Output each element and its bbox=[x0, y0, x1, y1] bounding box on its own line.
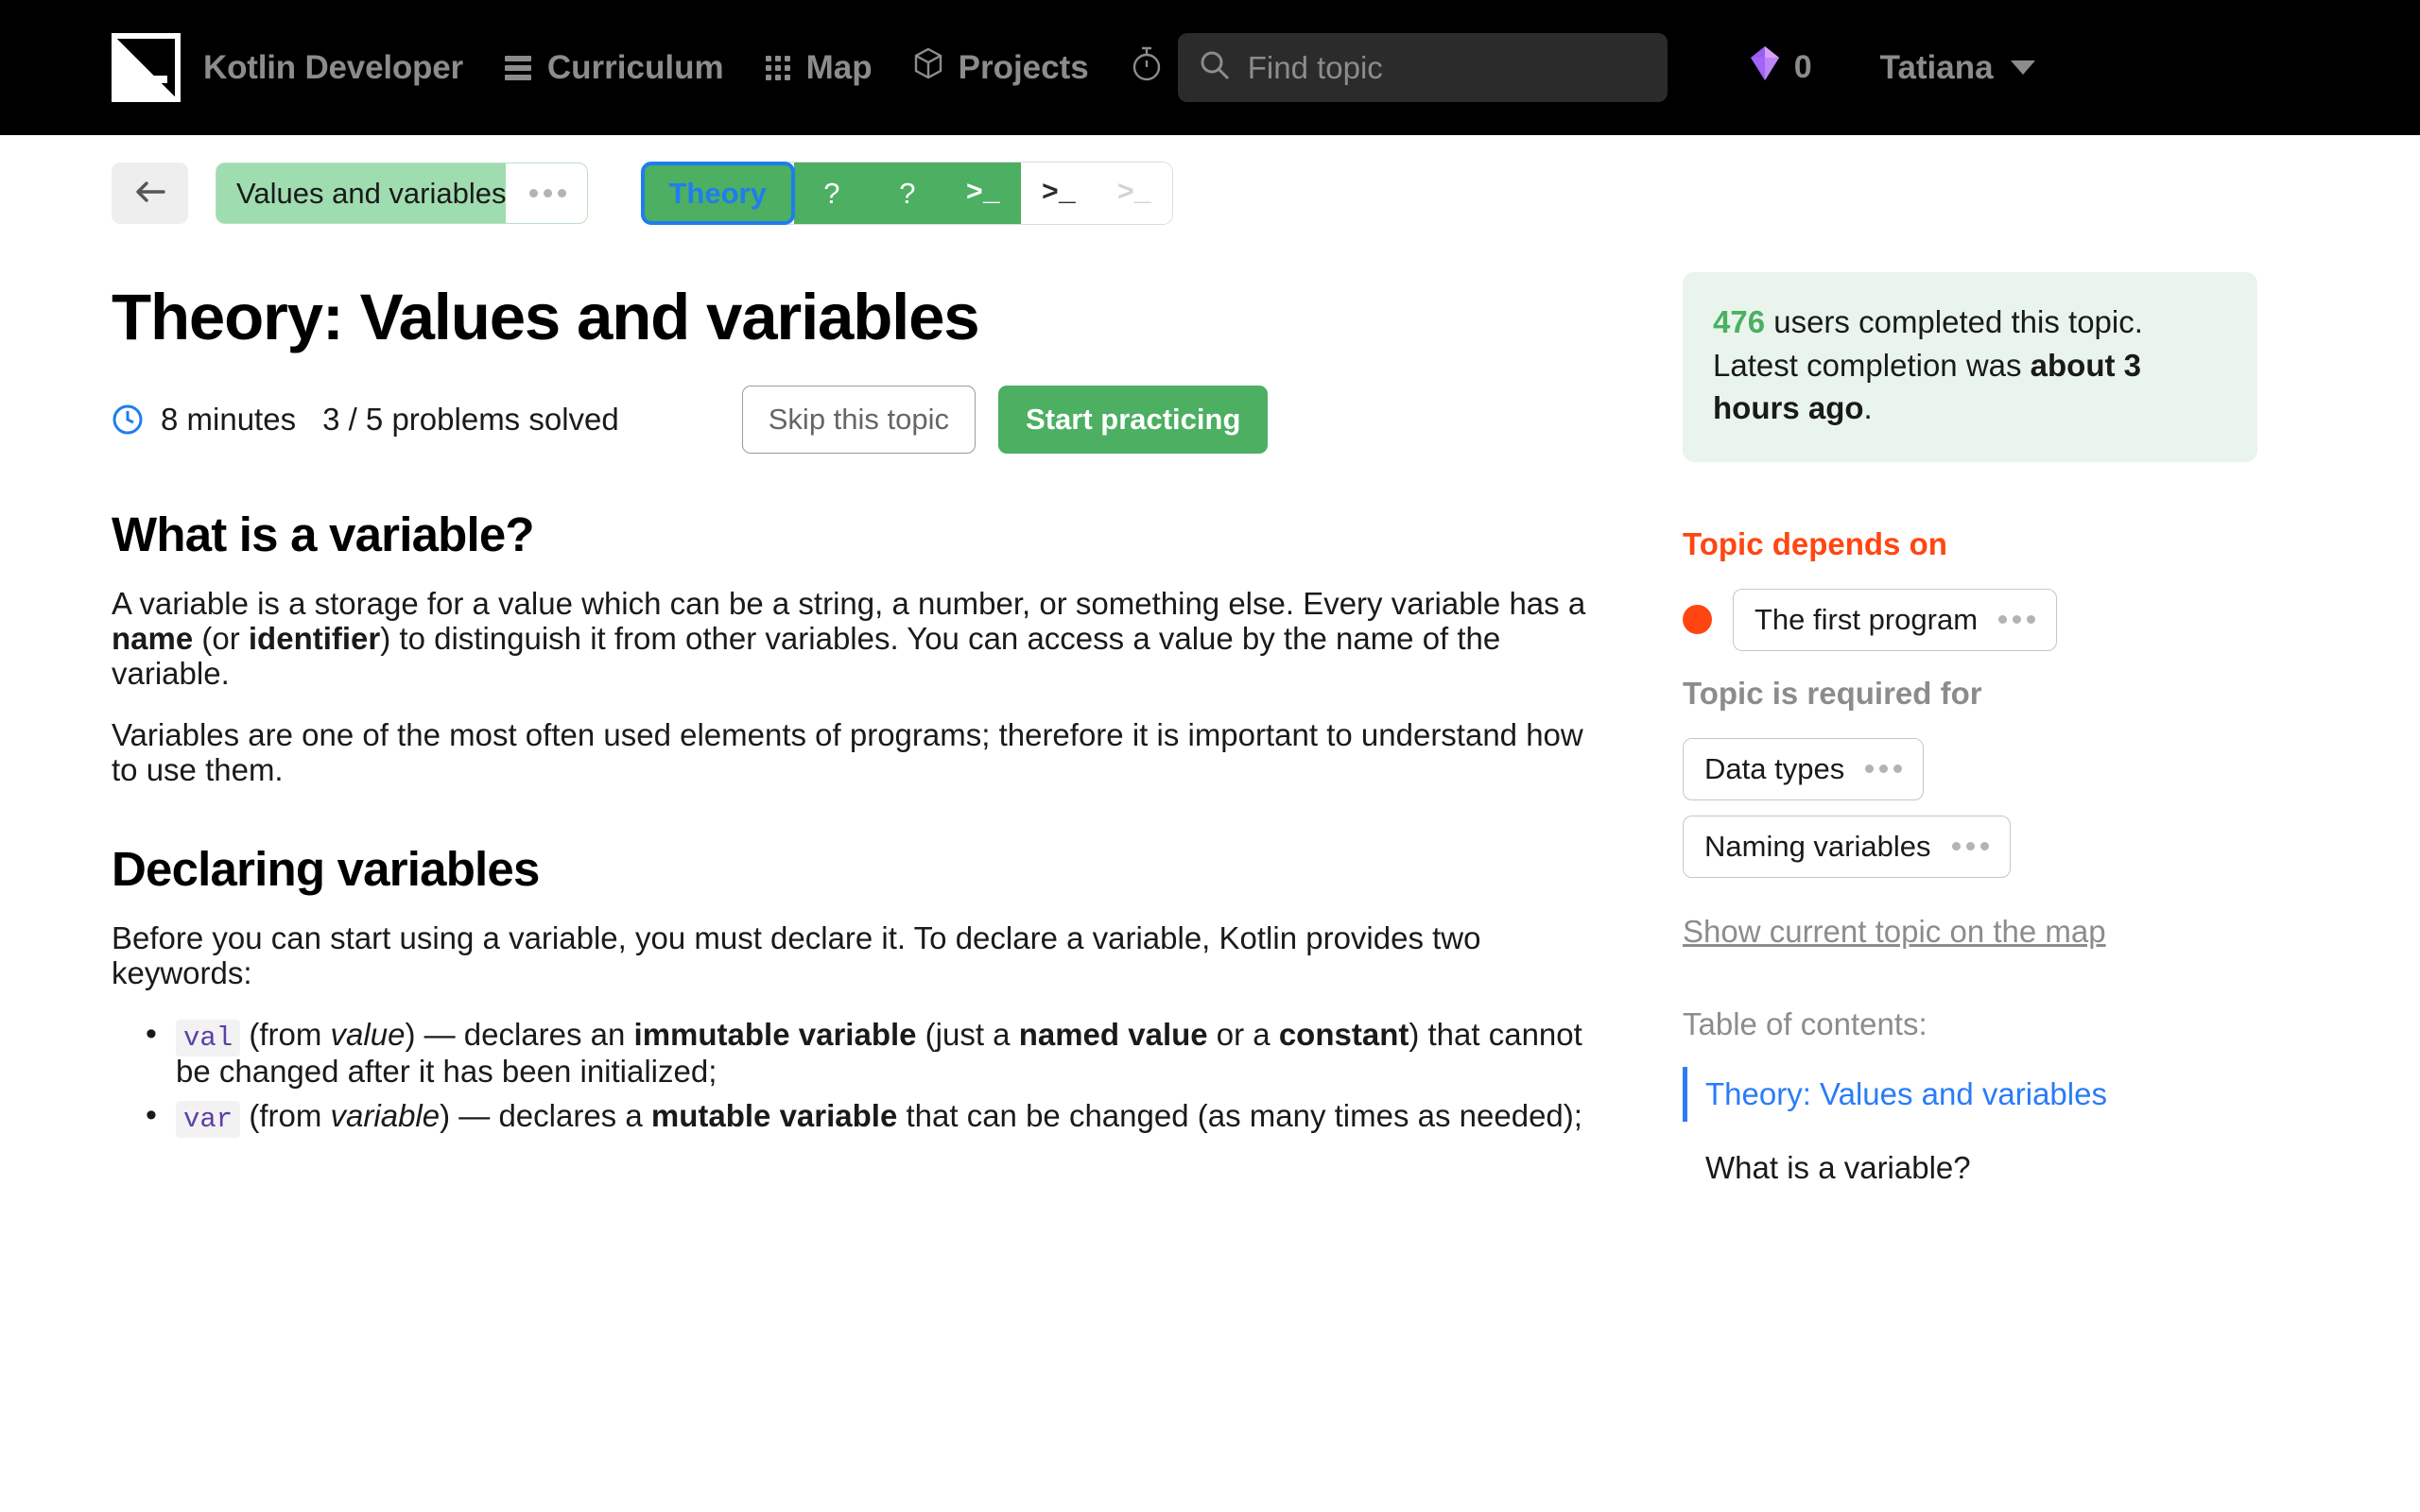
ellipsis-icon[interactable] bbox=[528, 189, 566, 198]
brand-track-name: Kotlin Developer bbox=[203, 48, 463, 86]
nav-item-map-label: Map bbox=[805, 48, 873, 86]
ellipsis-icon[interactable] bbox=[1998, 615, 2036, 625]
completion-text-after: . bbox=[1863, 390, 1873, 426]
arrow-left-icon bbox=[134, 179, 166, 208]
ellipsis-icon[interactable] bbox=[1865, 765, 1903, 774]
step-5-code[interactable]: >_ bbox=[1020, 163, 1097, 224]
section-heading-declaring-variables: Declaring variables bbox=[112, 842, 540, 897]
step-4-code[interactable]: >_ bbox=[944, 163, 1021, 224]
table-of-contents-title: Table of contents: bbox=[1683, 1005, 1927, 1041]
page-body: Theory: Values and variables 8 minutes 3… bbox=[0, 225, 2420, 1195]
toc-item-what-is-a-variable[interactable]: What is a variable? bbox=[1683, 1141, 2257, 1195]
completion-stat-card: 476 users completed this topic. Latest c… bbox=[1683, 272, 2257, 462]
nav-item-map[interactable]: Map bbox=[765, 48, 873, 87]
question-icon: ? bbox=[899, 176, 916, 210]
search-box[interactable] bbox=[1177, 33, 1668, 102]
nav-item-curriculum-label: Curriculum bbox=[546, 48, 724, 86]
current-topic-chip[interactable]: Values and variables bbox=[216, 163, 588, 224]
study-timer-button[interactable] bbox=[1131, 44, 1163, 91]
step-2-question[interactable]: ? bbox=[793, 163, 870, 224]
terminal-icon: >_ bbox=[1116, 177, 1151, 210]
code-keyword-val: val bbox=[176, 1020, 241, 1057]
nav-item-projects[interactable]: Projects bbox=[914, 47, 1089, 88]
nav-item-projects-label: Projects bbox=[958, 48, 1089, 86]
question-icon: ? bbox=[823, 176, 840, 210]
grid-dots-icon bbox=[765, 55, 790, 80]
main-content: Theory: Values and variables 8 minutes 3… bbox=[112, 225, 1643, 1144]
step-theory[interactable]: Theory bbox=[640, 162, 795, 225]
dependency-topic-the-first-program[interactable]: The first program bbox=[1733, 588, 2058, 651]
topic-actions: Skip this topic Start practicing bbox=[741, 386, 1269, 455]
required-topic-label: Data types bbox=[1704, 751, 1845, 785]
terminal-icon: >_ bbox=[965, 177, 1000, 210]
user-name: Tatiana bbox=[1879, 48, 1994, 86]
required-topic-naming-variables[interactable]: Naming variables bbox=[1683, 815, 2011, 878]
step-theory-label: Theory bbox=[668, 176, 767, 210]
clock-icon bbox=[112, 404, 144, 436]
top-navigation-bar: Kotlin Developer Curriculum Map Projects bbox=[0, 0, 2420, 135]
sidebar: 476 users completed this topic. Latest c… bbox=[1643, 225, 2257, 1195]
topic-steps: Theory ? ? >_ >_ >_ bbox=[640, 162, 1173, 225]
nav-item-curriculum[interactable]: Curriculum bbox=[504, 48, 724, 87]
gems-count: 0 bbox=[1793, 49, 1812, 85]
cube-icon bbox=[914, 47, 942, 88]
paragraph-declaring-intro: Before you can start using a variable, y… bbox=[112, 920, 1481, 991]
required-topic-label: Naming variables bbox=[1704, 829, 1931, 863]
start-practicing-button[interactable]: Start practicing bbox=[998, 386, 1269, 455]
dependency-row: The first program bbox=[1683, 588, 2257, 651]
required-topic-data-types[interactable]: Data types bbox=[1683, 737, 1925, 800]
toc-item-theory[interactable]: Theory: Values and variables bbox=[1683, 1066, 2257, 1122]
gem-icon bbox=[1749, 44, 1781, 91]
reading-time: 8 minutes bbox=[161, 402, 297, 438]
terminal-icon: >_ bbox=[1041, 177, 1076, 210]
step-6-code[interactable]: >_ bbox=[1096, 163, 1172, 224]
ellipsis-icon[interactable] bbox=[1951, 842, 1989, 851]
step-3-question[interactable]: ? bbox=[869, 163, 945, 224]
current-topic-label: Values and variables bbox=[236, 176, 507, 210]
breadcrumb: Values and variables Theory ? ? >_ >_ >_ bbox=[0, 135, 2420, 225]
dependency-topic-label: The first program bbox=[1754, 602, 1979, 636]
topic-depends-on-heading: Topic depends on bbox=[1683, 525, 1947, 561]
paragraph-variable-importance: Variables are one of the most often used… bbox=[112, 717, 1583, 788]
skip-topic-button[interactable]: Skip this topic bbox=[741, 386, 977, 455]
back-button[interactable] bbox=[112, 163, 188, 224]
caret-down-icon bbox=[2010, 60, 2035, 75]
code-keyword-var: var bbox=[176, 1100, 241, 1138]
search-icon bbox=[1199, 49, 1231, 86]
burger-menu-icon bbox=[504, 55, 531, 80]
paragraph-variable-definition: A variable is a storage for a value whic… bbox=[112, 586, 1586, 692]
stopwatch-icon bbox=[1131, 44, 1163, 91]
section-heading-what-is-a-variable: What is a variable? bbox=[112, 507, 535, 562]
locked-status-dot-icon bbox=[1683, 605, 1712, 635]
search-input[interactable] bbox=[1247, 49, 1647, 86]
brand-home-link[interactable]: Kotlin Developer bbox=[112, 33, 463, 102]
page-title: Theory: Values and variables bbox=[112, 281, 980, 353]
problems-solved: 3 / 5 problems solved bbox=[322, 402, 619, 438]
completion-count: 476 bbox=[1713, 304, 1766, 339]
topic-required-for-heading: Topic is required for bbox=[1683, 675, 1982, 711]
gems-counter[interactable]: 0 bbox=[1749, 44, 1812, 91]
keyword-list: val (from value) — declares an immutable… bbox=[112, 1016, 1643, 1138]
topic-meta-row: 8 minutes 3 / 5 problems solved Skip thi… bbox=[112, 386, 1643, 455]
list-item: val (from value) — declares an immutable… bbox=[112, 1016, 1586, 1089]
hyperskill-logo-icon bbox=[112, 33, 181, 102]
show-topic-on-map-link[interactable]: Show current topic on the map bbox=[1683, 914, 2106, 950]
list-item: var (from variable) — declares a mutable… bbox=[112, 1097, 1586, 1138]
user-menu[interactable]: Tatiana bbox=[1880, 49, 2035, 87]
